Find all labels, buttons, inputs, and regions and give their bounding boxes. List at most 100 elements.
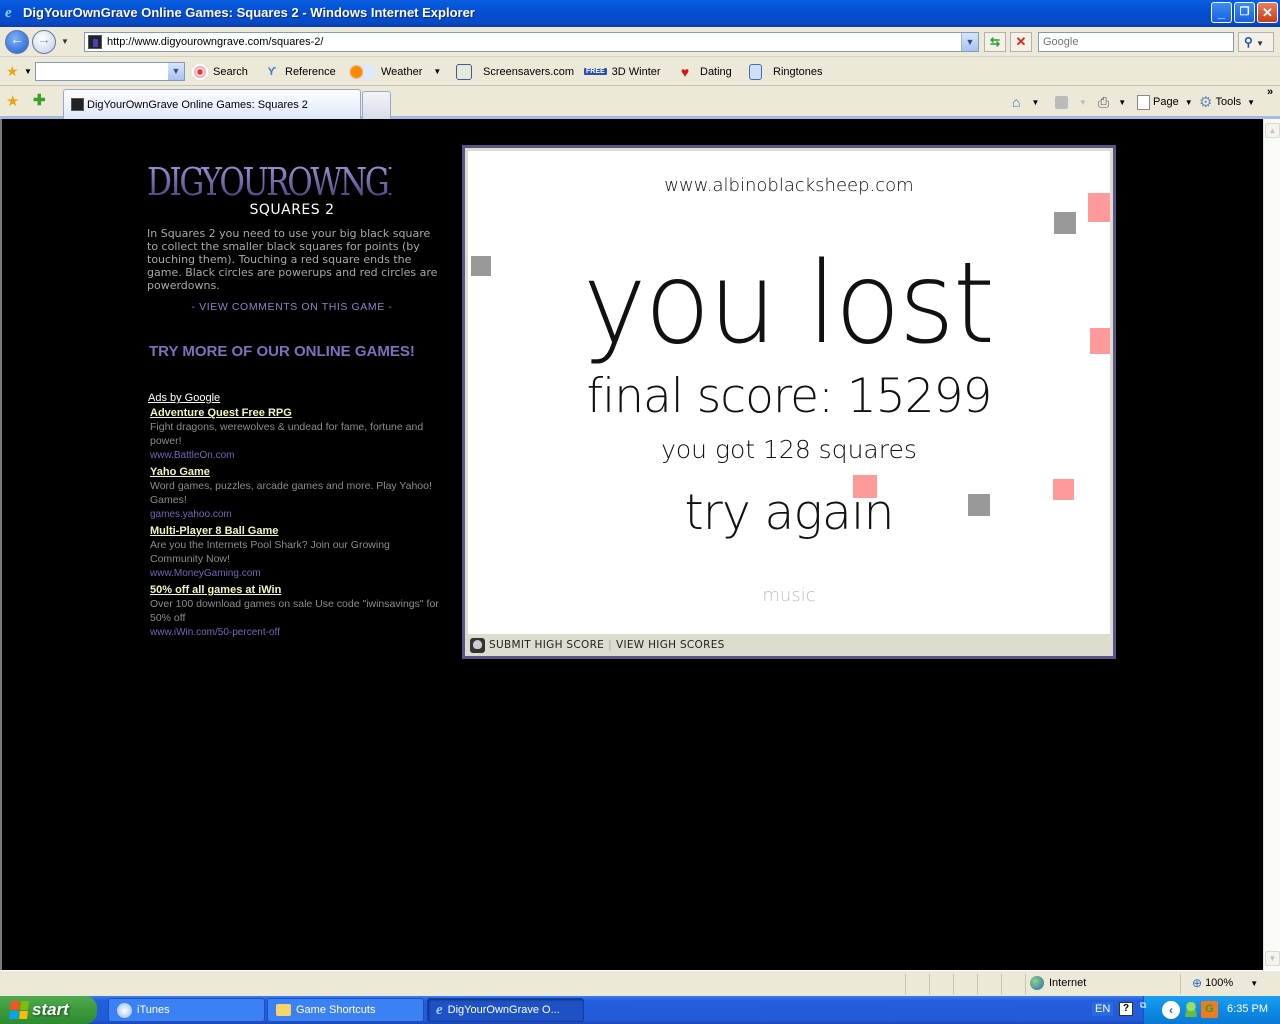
favorites-star-icon[interactable]: ★ xyxy=(6,63,19,80)
search-box[interactable] xyxy=(1038,32,1234,52)
globe-icon xyxy=(1030,976,1044,990)
refresh-button[interactable]: ⇆ xyxy=(984,32,1006,52)
print-dropdown[interactable]: ▼ xyxy=(1118,98,1126,107)
address-toolbar: ← → ▼ http://www.digyourowngrave.com/squ… xyxy=(0,27,1280,57)
restore-bar-icon[interactable]: ⧉ xyxy=(1140,1000,1146,1011)
scroll-down-arrow-icon[interactable]: ▼ xyxy=(1265,951,1280,966)
feeds-button[interactable]: ▼ xyxy=(1055,93,1087,111)
close-button[interactable]: ✕ xyxy=(1257,2,1278,23)
tray-app-icon[interactable]: G xyxy=(1201,1001,1218,1018)
forward-button[interactable]: → xyxy=(32,30,56,54)
game-title: SQUARES 2 xyxy=(249,202,335,218)
refresh-icon: ⇆ xyxy=(989,35,1001,49)
ad-title-link[interactable]: Adventure Quest Free RPG xyxy=(150,406,292,420)
combo-dropdown-icon[interactable]: ▼ xyxy=(168,63,184,80)
toolbar-link-3d-winter[interactable]: FREE 3D Winter xyxy=(584,63,661,80)
new-tab-button[interactable] xyxy=(362,91,391,119)
game-container: www.albinoblacksheep.com you lost final … xyxy=(465,148,1113,656)
try-again-button[interactable]: try again xyxy=(468,484,1110,541)
search-options-dropdown[interactable]: ▼ xyxy=(1256,39,1264,48)
back-button[interactable]: ← xyxy=(5,30,29,54)
status-divider xyxy=(1025,974,1026,994)
zoom-level[interactable]: ⊕ 100% ▼ xyxy=(1192,976,1258,990)
gear-icon: ⚙ xyxy=(1199,94,1213,111)
add-favorite-icon[interactable]: ✚ xyxy=(33,91,46,109)
ad-description: Fight dragons, werewolves & undead for f… xyxy=(150,421,424,447)
links-toolbar: ★ ▼ ▼ Search ϒ Reference Weather ▼ Scree… xyxy=(0,57,1280,86)
tab-active[interactable]: DigYourOwnGrave Online Games: Squares 2 xyxy=(63,89,361,119)
status-divider xyxy=(1180,974,1181,994)
game-stage[interactable]: www.albinoblacksheep.com you lost final … xyxy=(468,151,1110,634)
stop-x-icon: ✕ xyxy=(1015,34,1027,49)
start-button[interactable]: start xyxy=(0,996,97,1024)
favorites-dropdown[interactable]: ▼ xyxy=(24,67,32,76)
final-score-value: 15299 xyxy=(846,369,993,424)
toolbar-link-weather[interactable]: Weather ▼ xyxy=(348,63,441,80)
zoom-dropdown[interactable]: ▼ xyxy=(1250,979,1258,988)
link-separator: | xyxy=(608,639,612,651)
ad-url-link[interactable]: www.iWin.com/50-percent-off xyxy=(150,625,445,640)
screensavers-icon xyxy=(456,63,472,80)
toolbar-link-ringtones[interactable]: Ringtones xyxy=(749,63,823,80)
rss-feed-icon xyxy=(1055,95,1068,109)
magnifier-icon: ⚲ xyxy=(1244,35,1253,49)
weather-icon xyxy=(348,63,376,80)
site-favicon-icon xyxy=(88,35,102,49)
show-hidden-icons-button[interactable]: ‹ xyxy=(1162,1001,1180,1019)
stop-button[interactable]: ✕ xyxy=(1010,32,1032,52)
folder-icon xyxy=(276,1004,291,1016)
toolbar-link-reference[interactable]: ϒ Reference xyxy=(264,63,336,80)
language-indicator[interactable]: EN xyxy=(1092,1002,1114,1016)
search-input[interactable] xyxy=(1039,33,1233,51)
gray-square xyxy=(1054,212,1076,234)
address-dropdown-button[interactable]: ▼ xyxy=(961,33,978,51)
status-divider xyxy=(953,974,954,994)
minimize-button[interactable]: _ xyxy=(1211,2,1232,23)
music-toggle[interactable]: music xyxy=(468,585,1110,606)
ad-url-link[interactable]: www.BattleOn.com xyxy=(150,448,445,463)
ie-logo-icon: e xyxy=(5,5,12,21)
help-icon[interactable]: ? xyxy=(1119,1002,1133,1016)
toolbar-link-search[interactable]: Search xyxy=(192,63,248,80)
ads-by-google-link[interactable]: Ads by Google xyxy=(148,392,220,404)
submit-high-score-link[interactable]: SUBMIT HIGH SCORE xyxy=(489,639,604,651)
toolbar-overflow-chevron[interactable]: » xyxy=(1267,86,1273,98)
ad-title-link[interactable]: 50% off all games at iWin xyxy=(150,583,281,597)
ad-title-link[interactable]: Multi-Player 8 Ball Game xyxy=(150,524,278,538)
security-zone[interactable]: Internet xyxy=(1030,976,1086,990)
search-go-button[interactable]: ⚲ ▼ xyxy=(1238,32,1274,52)
ad-url-link[interactable]: games.yahoo.com xyxy=(150,507,445,522)
view-comments-link[interactable]: - VIEW COMMENTS ON THIS GAME - xyxy=(147,301,437,313)
taskbar-item-itunes[interactable]: iTunes xyxy=(108,998,265,1022)
taskbar-item-ie[interactable]: e DigYourOwnGrave O... xyxy=(427,998,584,1022)
tools-menu[interactable]: ⚙ Tools ▼ xyxy=(1199,93,1255,111)
try-more-games-link[interactable]: TRY MORE OF OUR ONLINE GAMES! xyxy=(149,343,415,360)
game-over-heading: you lost xyxy=(582,239,995,369)
favorites-center-star-icon[interactable]: ★ xyxy=(6,92,19,110)
recent-pages-dropdown[interactable]: ▼ xyxy=(61,37,69,46)
site-logo[interactable]: DIGYOUROWNGRAVE xyxy=(147,160,469,204)
scroll-up-arrow-icon[interactable]: ▲ xyxy=(1265,123,1280,138)
restore-button[interactable]: ❐ xyxy=(1234,2,1255,23)
sponsor-site-text[interactable]: www.albinoblacksheep.com xyxy=(468,175,1110,196)
weather-dropdown[interactable]: ▼ xyxy=(433,67,441,76)
address-bar[interactable]: http://www.digyourowngrave.com/squares-2… xyxy=(84,32,979,52)
feeds-dropdown[interactable]: ▼ xyxy=(1079,98,1087,107)
view-high-scores-link[interactable]: VIEW HIGH SCORES xyxy=(616,639,725,651)
ad-url-link[interactable]: www.MoneyGaming.com xyxy=(150,566,445,581)
reference-icon: ϒ xyxy=(267,65,277,78)
page-icon xyxy=(1137,94,1150,110)
toolbar-link-dating[interactable]: ♥ Dating xyxy=(675,63,732,80)
home-dropdown[interactable]: ▼ xyxy=(1031,98,1039,107)
page-menu[interactable]: Page ▼ xyxy=(1137,93,1193,111)
home-button[interactable]: ⌂ ▼ xyxy=(1012,93,1039,111)
vertical-scrollbar[interactable]: ▲ ▼ xyxy=(1263,119,1280,970)
messenger-icon[interactable] xyxy=(1184,1002,1198,1017)
ad-item: Yaho Game Word games, puzzles, arcade ga… xyxy=(150,465,445,522)
ad-title-link[interactable]: Yaho Game xyxy=(150,465,210,479)
taskbar-item-game-shortcuts[interactable]: Game Shortcuts xyxy=(267,998,424,1022)
toolbar-link-screensavers[interactable]: Screensavers.com xyxy=(456,63,574,80)
toolbar-search-combo[interactable]: ▼ xyxy=(35,62,185,81)
url-text[interactable]: http://www.digyourowngrave.com/squares-2… xyxy=(107,36,323,48)
print-button[interactable]: ⎙ ▼ xyxy=(1098,93,1126,111)
